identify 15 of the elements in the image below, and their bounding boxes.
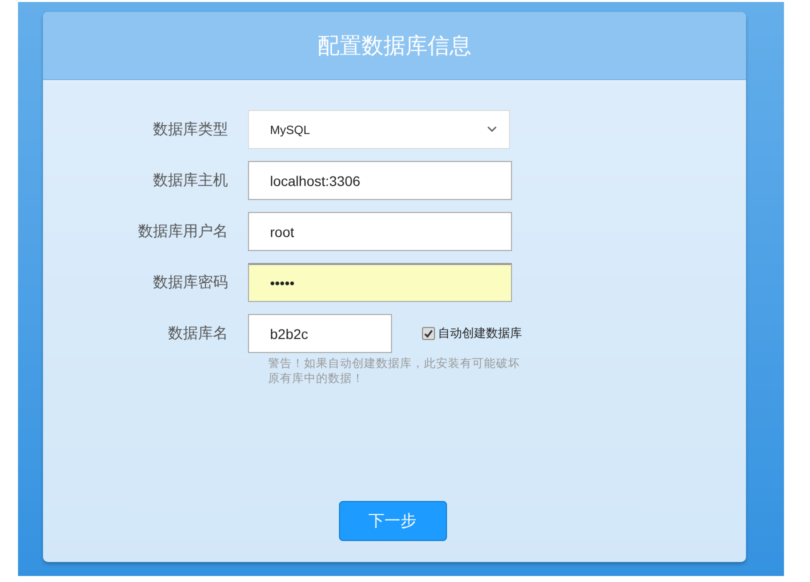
field-label: 数据库名 [167, 324, 228, 343]
chevron-down-icon [487, 126, 497, 133]
page-title: 配置数据库信息 [318, 32, 472, 60]
password-field[interactable]: ••••• [248, 263, 512, 302]
checkbox-label[interactable]: 自动创建数据库 [438, 325, 522, 342]
database-type-select[interactable]: MySQL [248, 110, 510, 149]
warning-text: 警告！如果自动创建数据库，此安装有可能破坏原有库中的数据！ [268, 356, 521, 386]
field-label: 数据库用户名 [137, 222, 228, 241]
field-label: 数据库主机 [152, 171, 228, 190]
field-label: 数据库密码 [152, 273, 228, 292]
field-label: 数据库类型 [152, 120, 228, 139]
checkbox[interactable] [422, 327, 435, 340]
input-field[interactable]: localhost:3306 [248, 161, 512, 200]
input-field[interactable]: root [248, 212, 512, 251]
input-field[interactable]: b2b2c [248, 314, 392, 353]
